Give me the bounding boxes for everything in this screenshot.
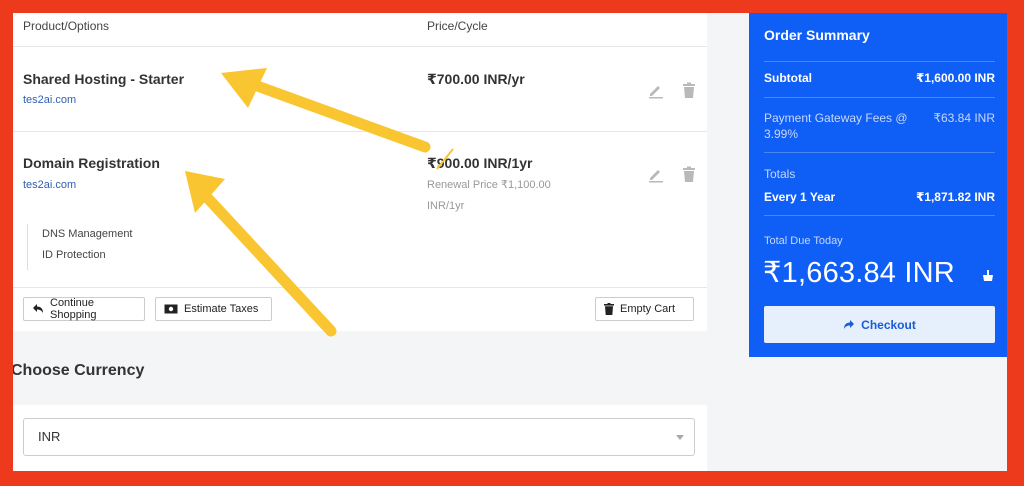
empty-cart-label: Empty Cart: [620, 303, 676, 315]
continue-shopping-label: Continue Shopping: [50, 297, 97, 321]
product-price: ₹900.00 INR/1yr: [427, 155, 533, 171]
subtotal-label: Subtotal: [764, 71, 812, 85]
cart-panel: Product/Options Price/Cycle Shared Hosti…: [13, 13, 707, 331]
cycle-label: Every 1 Year: [764, 190, 836, 204]
trash-icon: [604, 303, 614, 315]
header-price: Price/Cycle: [427, 19, 488, 33]
currency-selected: INR: [38, 429, 61, 444]
renewal-cycle: INR/1yr: [427, 200, 465, 212]
summary-title: Order Summary: [764, 27, 870, 43]
empty-cart-button[interactable]: Empty Cart: [595, 297, 694, 321]
product-price: ₹700.00 INR/yr: [427, 71, 525, 87]
divider: [764, 61, 995, 62]
cart-row-hosting: Shared Hosting - Starter tes2ai.com ₹700…: [13, 47, 707, 132]
currency-select[interactable]: INR: [23, 418, 695, 456]
fees-value: ₹63.84 INR: [933, 111, 995, 125]
product-name: Shared Hosting - Starter: [23, 71, 185, 87]
subtotal-value: ₹1,600.00 INR: [915, 71, 995, 85]
fees-label-percent: 3.99%: [764, 127, 799, 141]
arrow-right-icon: [844, 320, 855, 329]
total-due-value: ₹1,663.84 INR: [763, 257, 955, 289]
hand-icon: [983, 270, 993, 281]
checkout-button[interactable]: Checkout: [764, 306, 995, 343]
totals-label: Totals: [764, 167, 796, 181]
trash-icon[interactable]: [680, 81, 698, 99]
edit-icon[interactable]: [647, 81, 665, 99]
product-name: Domain Registration: [23, 155, 160, 171]
checkout-label: Checkout: [861, 317, 916, 332]
addon-list: DNS Management ID Protection: [27, 224, 133, 270]
divider: [764, 152, 995, 153]
back-arrow-icon: [33, 304, 43, 313]
fees-label: Payment Gateway Fees @: [764, 111, 908, 125]
trash-icon[interactable]: [680, 165, 698, 183]
money-icon: [164, 304, 178, 314]
estimate-taxes-label: Estimate Taxes: [184, 303, 259, 315]
cart-row-domain: Domain Registration tes2ai.com ₹900.00 I…: [13, 132, 707, 288]
divider: [764, 215, 995, 216]
header-product: Product/Options: [23, 19, 110, 33]
cart-header: Product/Options Price/Cycle: [13, 13, 707, 47]
cycle-value: ₹1,871.82 INR: [915, 190, 995, 204]
due-label: Total Due Today: [764, 235, 843, 247]
estimate-taxes-button[interactable]: Estimate Taxes: [155, 297, 272, 321]
order-summary: Order Summary Subtotal ₹1,600.00 INR Pay…: [749, 13, 1007, 357]
addon-item: ID Protection: [42, 249, 106, 261]
product-domain: tes2ai.com: [23, 179, 77, 191]
product-domain: tes2ai.com: [23, 94, 77, 106]
currency-title: Choose Currency: [13, 362, 145, 379]
chevron-down-icon: [676, 435, 684, 440]
edit-icon[interactable]: [647, 165, 665, 183]
renewal-price: Renewal Price ₹1,100.00: [427, 179, 551, 191]
currency-panel: INR: [13, 405, 707, 471]
continue-shopping-button[interactable]: Continue Shopping: [23, 297, 145, 321]
page-frame: Product/Options Price/Cycle Shared Hosti…: [13, 13, 1007, 471]
divider: [764, 97, 995, 98]
addon-item: DNS Management: [42, 228, 133, 240]
